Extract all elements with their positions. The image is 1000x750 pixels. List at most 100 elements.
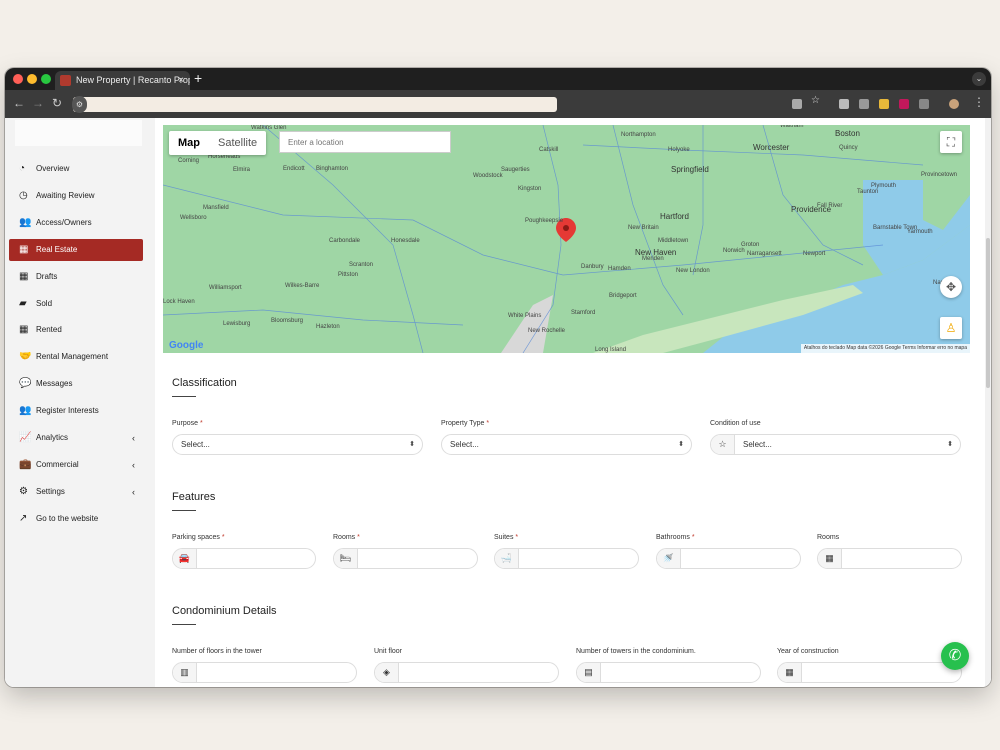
sidebar-item-rental-management[interactable]: 🤝 Rental Management bbox=[9, 346, 143, 368]
map-city-label: Narragansett bbox=[747, 251, 782, 257]
map-city-label: Kingston bbox=[518, 186, 542, 192]
sidebar-item-sold[interactable]: ▰ Sold bbox=[9, 293, 143, 315]
sidebar-item-messages[interactable]: 💬 Messages bbox=[9, 373, 143, 395]
expand-chevron-icon[interactable]: ‹ bbox=[132, 454, 135, 476]
map-city-label: Newport bbox=[803, 251, 826, 257]
sidebar-item-label: Commercial bbox=[36, 459, 79, 469]
map-city-label: Bloomsburg bbox=[271, 318, 304, 324]
comments-icon: 💬 bbox=[19, 378, 32, 390]
extension-notes-icon[interactable] bbox=[879, 99, 889, 109]
scrollbar-thumb[interactable] bbox=[986, 238, 990, 388]
sidebar-item-awaiting-review[interactable]: ◷ Awaiting Review bbox=[9, 185, 143, 207]
forward-icon[interactable]: → bbox=[32, 96, 44, 110]
property-type-value: Select... bbox=[450, 440, 479, 449]
page-content: ◔ Overview ◷ Awaiting Review 👥 Access/Owners ▦… bbox=[5, 118, 991, 687]
back-icon[interactable]: ← bbox=[13, 96, 25, 110]
close-window-icon[interactable] bbox=[13, 74, 23, 84]
tab-search-icon[interactable]: ⌄ bbox=[972, 72, 986, 86]
sidebar-item-label: Go to the website bbox=[36, 513, 99, 523]
maximize-window-icon[interactable] bbox=[41, 74, 51, 84]
building-icon: ▦ bbox=[19, 324, 29, 336]
map-city-label: White Plains bbox=[508, 313, 542, 319]
site-info-icon[interactable]: ⚙ bbox=[72, 96, 87, 113]
tab-close-icon[interactable]: × bbox=[178, 71, 184, 90]
sidebar-item-label: Register Interests bbox=[36, 406, 99, 416]
select-caret-icon: ⬍ bbox=[947, 441, 953, 448]
floors-label: Number of floors in the tower bbox=[172, 648, 262, 655]
street-view-pegman-icon[interactable]: ♙ bbox=[940, 317, 962, 339]
new-tab-button[interactable]: + bbox=[194, 70, 202, 86]
map[interactable]: Boston Worcester Springfield Hartford Provid… bbox=[163, 125, 970, 353]
whatsapp-button[interactable]: ✆ bbox=[941, 642, 969, 670]
map-city-label: Poughkeepsie bbox=[525, 218, 564, 224]
map-city-label: Fall River bbox=[817, 203, 843, 209]
parking-input[interactable]: 🚘 bbox=[172, 548, 316, 569]
sidebar-item-rented[interactable]: ▦ Rented bbox=[9, 319, 143, 341]
location-search-input[interactable] bbox=[279, 131, 451, 153]
sidebar-item-access-owners[interactable]: 👥 Access/Owners bbox=[9, 212, 143, 234]
map-city-label: Middletown bbox=[658, 238, 689, 244]
expand-chevron-icon[interactable]: ‹ bbox=[132, 481, 135, 503]
sidebar-item-overview[interactable]: ◔ Overview bbox=[9, 158, 143, 180]
logo[interactable] bbox=[15, 120, 142, 146]
bathrooms-label: Bathrooms * bbox=[656, 534, 695, 541]
map-city-label: Woodstock bbox=[473, 173, 503, 179]
map-city-label: Wilkes-Barre bbox=[285, 283, 320, 289]
sidebar-item-settings[interactable]: ⚙ Settings ‹ bbox=[9, 481, 143, 503]
classification-title: Classification bbox=[172, 377, 237, 389]
menu-icon[interactable]: ⋮ bbox=[973, 95, 985, 109]
map-city-label: Boston bbox=[835, 129, 860, 138]
floors-input[interactable]: ▥ bbox=[172, 662, 357, 683]
sidebar-item-commercial[interactable]: 💼 Commercial ‹ bbox=[9, 454, 143, 476]
rooms-input[interactable]: 🛏 bbox=[333, 548, 478, 569]
minimize-window-icon[interactable] bbox=[27, 74, 37, 84]
map-city-label: Holyoke bbox=[668, 147, 690, 153]
bag-icon: ▰ bbox=[19, 297, 27, 309]
extension-pink-icon[interactable] bbox=[899, 99, 909, 109]
favicon-icon bbox=[60, 75, 71, 86]
map-city-label: New Rochelle bbox=[528, 328, 566, 334]
expand-chevron-icon[interactable]: ‹ bbox=[132, 427, 135, 449]
profile-avatar[interactable] bbox=[949, 99, 959, 109]
browser-tab[interactable]: New Property | Recanto Prope × bbox=[55, 71, 190, 90]
sidebar-item-label: Access/Owners bbox=[36, 217, 92, 227]
clock-icon: ◷ bbox=[19, 189, 28, 201]
building-icon: ▥ bbox=[173, 663, 197, 682]
property-type-select[interactable]: Select... ⬍ bbox=[441, 434, 692, 455]
map-city-label: Binghamton bbox=[316, 166, 349, 172]
rooms2-input[interactable]: ▦ bbox=[817, 548, 962, 569]
towers-input[interactable]: ▤ bbox=[576, 662, 761, 683]
suites-input[interactable]: 🛁 bbox=[494, 548, 639, 569]
condition-select[interactable]: ☆ Select... ⬍ bbox=[710, 434, 961, 455]
year-input[interactable]: ▦ bbox=[777, 662, 962, 683]
reload-icon[interactable]: ↻ bbox=[52, 96, 62, 110]
map-attribution[interactable]: Atalhos do teclado Map data ©2026 Google… bbox=[800, 344, 970, 353]
extensions-puzzle-icon[interactable] bbox=[919, 99, 929, 109]
camera-icon[interactable] bbox=[859, 99, 869, 109]
browser-window: New Property | Recanto Prope × + ⌄ ← → ↻… bbox=[5, 68, 991, 687]
sidebar-item-go-to-the-website[interactable]: ↗ Go to the website bbox=[9, 508, 143, 530]
sidebar-item-drafts[interactable]: ▦ Drafts bbox=[9, 266, 143, 288]
map-city-label: Northampton bbox=[621, 132, 656, 138]
property-type-label: Property Type * bbox=[441, 420, 490, 427]
bathrooms-input[interactable]: 🚿 bbox=[656, 548, 801, 569]
towers-label: Number of towers in the condominium. bbox=[576, 648, 696, 655]
satellite-tab[interactable]: Satellite bbox=[209, 131, 266, 155]
map-pan-control-icon[interactable]: ✥ bbox=[940, 276, 962, 298]
fullscreen-icon[interactable]: ⛶ bbox=[940, 131, 962, 153]
purpose-select[interactable]: Select... ⬍ bbox=[172, 434, 423, 455]
parking-label: Parking spaces * bbox=[172, 534, 225, 541]
unit-floor-input[interactable]: ◈ bbox=[374, 662, 559, 683]
purpose-label: Purpose * bbox=[172, 420, 203, 427]
address-bar[interactable]: ⚙ bbox=[72, 96, 557, 113]
sidebar-item-register-interests[interactable]: 👥 Register Interests bbox=[9, 400, 143, 422]
sidebar-item-real-estate[interactable]: ▦ Real Estate bbox=[9, 238, 143, 261]
page-scrollbar[interactable] bbox=[985, 118, 991, 687]
map-type-control: Map Satellite bbox=[169, 131, 267, 155]
translate-icon[interactable] bbox=[792, 99, 802, 109]
bookmark-star-icon[interactable]: ☆ bbox=[811, 95, 821, 106]
map-city-label: Long Island bbox=[595, 347, 627, 353]
eyedropper-icon[interactable] bbox=[839, 99, 849, 109]
sidebar-item-analytics[interactable]: 📈 Analytics ‹ bbox=[9, 427, 143, 449]
map-tab[interactable]: Map bbox=[169, 131, 209, 155]
